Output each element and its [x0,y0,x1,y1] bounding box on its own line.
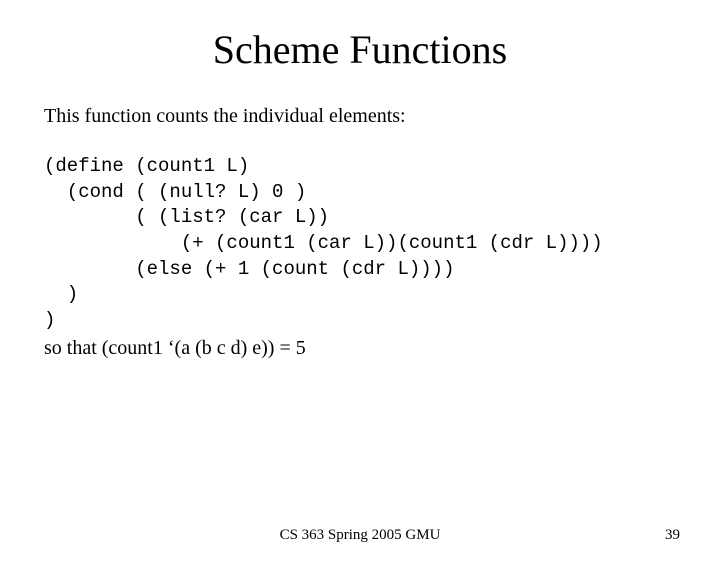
slide: Scheme Functions This function counts th… [0,26,720,566]
page-number: 39 [665,527,680,544]
slide-title: Scheme Functions [0,26,720,73]
intro-text: This function counts the individual elem… [44,105,676,128]
footer-course: CS 363 Spring 2005 GMU [0,527,720,544]
slide-body: This function counts the individual elem… [0,105,720,360]
result-text: so that (count1 ‘(a (b c d) e)) = 5 [44,337,676,360]
code-block: (define (count1 L) (cond ( (null? L) 0 )… [44,154,676,333]
